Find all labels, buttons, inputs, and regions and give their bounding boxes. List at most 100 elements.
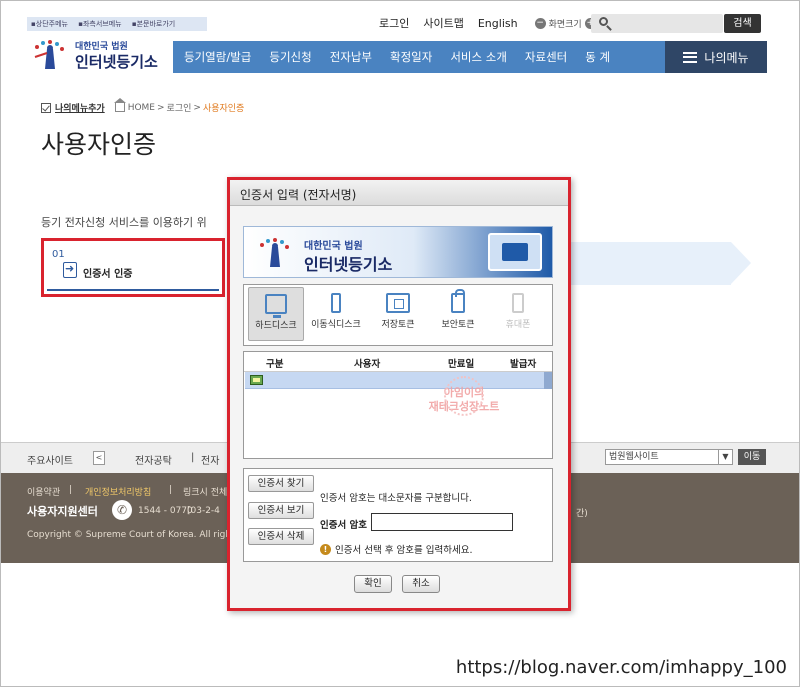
support-phone: 1544 - 0770 [138,506,193,516]
my-menu-label: 나의메뉴 [704,50,749,65]
mobile-phone-icon [512,293,524,313]
zoom-out-icon[interactable]: − [534,17,546,29]
breadcrumb-separator: > [193,102,201,113]
nav-item-statistics[interactable]: 동 계 [574,49,617,65]
english-link[interactable]: English [478,17,518,30]
step-panel: 01 인증서 인증 [47,244,219,291]
page-title: 사용자인증 [41,130,157,159]
watermark: 아임이의 재테크성장노트 [414,376,514,416]
court-emblem-icon [260,238,289,267]
find-certificate-button[interactable]: 인증서 찾기 [248,475,314,492]
column-type: 구분 [266,359,284,370]
password-label: 인증서 암호 [320,520,368,531]
warning-text: 인증서 선택 후 암호를 입력하세요. [335,545,473,556]
scrollbar[interactable] [544,372,552,389]
cancel-button[interactable]: 취소 [402,575,440,593]
hamburger-icon [683,51,698,63]
footer-separator: | [69,485,73,495]
sitemap-link[interactable]: 사이트맵 [423,15,463,31]
logo-title: 인터넷등기소 [75,53,158,71]
ok-button[interactable]: 확인 [354,575,392,593]
certificate-icon [250,375,263,385]
site-link-e[interactable]: 전자 [201,452,219,467]
media-hard-disk[interactable]: 하드디스크 [248,287,304,341]
view-certificate-button[interactable]: 인증서 보기 [248,502,314,519]
column-issuer: 발급자 [510,359,537,370]
password-field[interactable] [371,513,513,531]
media-label: 휴대폰 [505,320,531,330]
blog-credit: https://blog.naver.com/imhappy_100 [455,657,787,678]
court-site-select[interactable]: 법원웹사이트 ▼ [605,449,733,465]
support-hours-suffix: 간) [576,509,588,519]
certificate-list-header: 구분 사용자 만료일 발급자 [244,352,552,372]
skip-link-content[interactable]: ▪본문바로가기 [132,20,179,28]
chevron-down-icon: ▼ [718,450,732,464]
privacy-link[interactable]: 개인정보처리방침 [85,485,151,498]
nav-item-fixed-date[interactable]: 확정일자 [379,49,439,65]
page-description: 등기 전자신청 서비스를 이용하기 위 [41,216,207,229]
main-nav: 등기열람/발급 등기신청 전자납부 확정일자 서비스 소개 자료센터 동 계 [173,41,665,73]
delete-certificate-button[interactable]: 인증서 삭제 [248,528,314,545]
breadcrumb-home[interactable]: HOME [128,103,155,113]
font-size-control: − 화면크기 + [532,17,599,30]
breadcrumb-current: 사용자인증 [202,104,245,114]
media-label: 보안토큰 [441,320,475,330]
media-removable-disk[interactable]: 이동식디스크 [308,287,364,341]
media-security-token[interactable]: 보안토큰 [430,287,486,341]
storage-media-selector: 하드디스크 이동식디스크 저장토큰 보안토큰 휴대폰 [243,284,553,346]
font-size-label: 화면크기 [548,19,582,30]
storage-token-icon [386,293,410,313]
phone-icon: ✆ [112,500,132,520]
step-number: 01 [52,249,65,260]
dialog-title: 인증서 입력 (전자서명) [230,180,568,206]
banner-title: 인터넷등기소 [304,255,393,274]
prev-site-button[interactable]: < [93,451,105,465]
skip-link-main-menu[interactable]: ▪상단주메뉴 [31,20,72,28]
warning-icon: ! [320,543,331,555]
media-storage-token[interactable]: 저장토큰 [370,287,426,341]
checkbox-icon [41,102,51,113]
go-button[interactable]: 이동 [738,449,766,465]
step-cert-auth[interactable]: 01 인증서 인증 [41,238,225,297]
skip-link-sub-menu[interactable]: ▪좌측서브메뉴 [78,20,125,28]
search-input[interactable] [591,14,723,33]
site-link-e-deposit[interactable]: 전자공탁 [135,452,172,467]
page-frame: ▪상단주메뉴 ▪좌측서브메뉴 ▪본문바로가기 로그인 사이트맵 English … [0,0,800,687]
breadcrumb-login[interactable]: 로그인 [167,101,192,114]
sunburst-icon [444,376,484,416]
link-policy-link[interactable]: 링크시 전체 [183,485,227,498]
copyright: Copyright © Supreme Court of Korea. All … [27,530,240,540]
terms-link[interactable]: 이용약관 [27,485,60,498]
nav-item-registry-apply[interactable]: 등기신청 [258,49,318,65]
add-my-menu-link[interactable]: 나의메뉴추가 [55,101,105,114]
nav-item-service-intro[interactable]: 서비스 소개 [439,49,514,65]
usb-drive-icon [331,293,341,313]
password-panel: 인증서 찾기 인증서 보기 인증서 삭제 인증서 암호는 대소문자를 구분합니다… [243,468,553,562]
breadcrumb: 나의메뉴추가 HOME > 로그인 > 사용자인증 [41,98,245,114]
search-icon [599,17,608,26]
sign-in-icon [63,262,77,278]
nav-item-resource-center[interactable]: 자료센터 [514,49,574,65]
search-button[interactable]: 검색 [724,14,761,33]
step-label: 인증서 인증 [83,269,133,280]
column-user: 사용자 [354,359,381,370]
support-hours: [03-2-4 [187,506,220,516]
security-token-icon [451,289,465,313]
breadcrumb-separator: > [157,102,165,113]
case-sensitive-note: 인증서 암호는 대소문자를 구분합니다. [320,493,472,504]
hard-disk-icon [265,294,287,318]
monitor-icon [488,233,542,271]
media-label: 하드디스크 [255,321,297,331]
certificate-list: 구분 사용자 만료일 발급자 아임이의 재테크성장노트 [243,351,553,459]
nav-item-e-payment[interactable]: 전자납부 [319,49,379,65]
site-logo[interactable]: 대한민국 법원 인터넷등기소 [29,37,169,73]
nav-item-registry-view[interactable]: 등기열람/발급 [173,49,258,65]
skip-links: ▪상단주메뉴 ▪좌측서브메뉴 ▪본문바로가기 [27,17,207,31]
media-label: 저장토큰 [381,320,415,330]
media-label: 이동식디스크 [311,320,361,330]
my-menu-button[interactable]: 나의메뉴 [665,41,767,73]
major-sites-label: 주요사이트 [27,456,73,467]
login-link[interactable]: 로그인 [379,15,409,31]
column-expiry: 만료일 [448,359,475,370]
support-center-label: 사용자지원센터 [27,505,98,518]
